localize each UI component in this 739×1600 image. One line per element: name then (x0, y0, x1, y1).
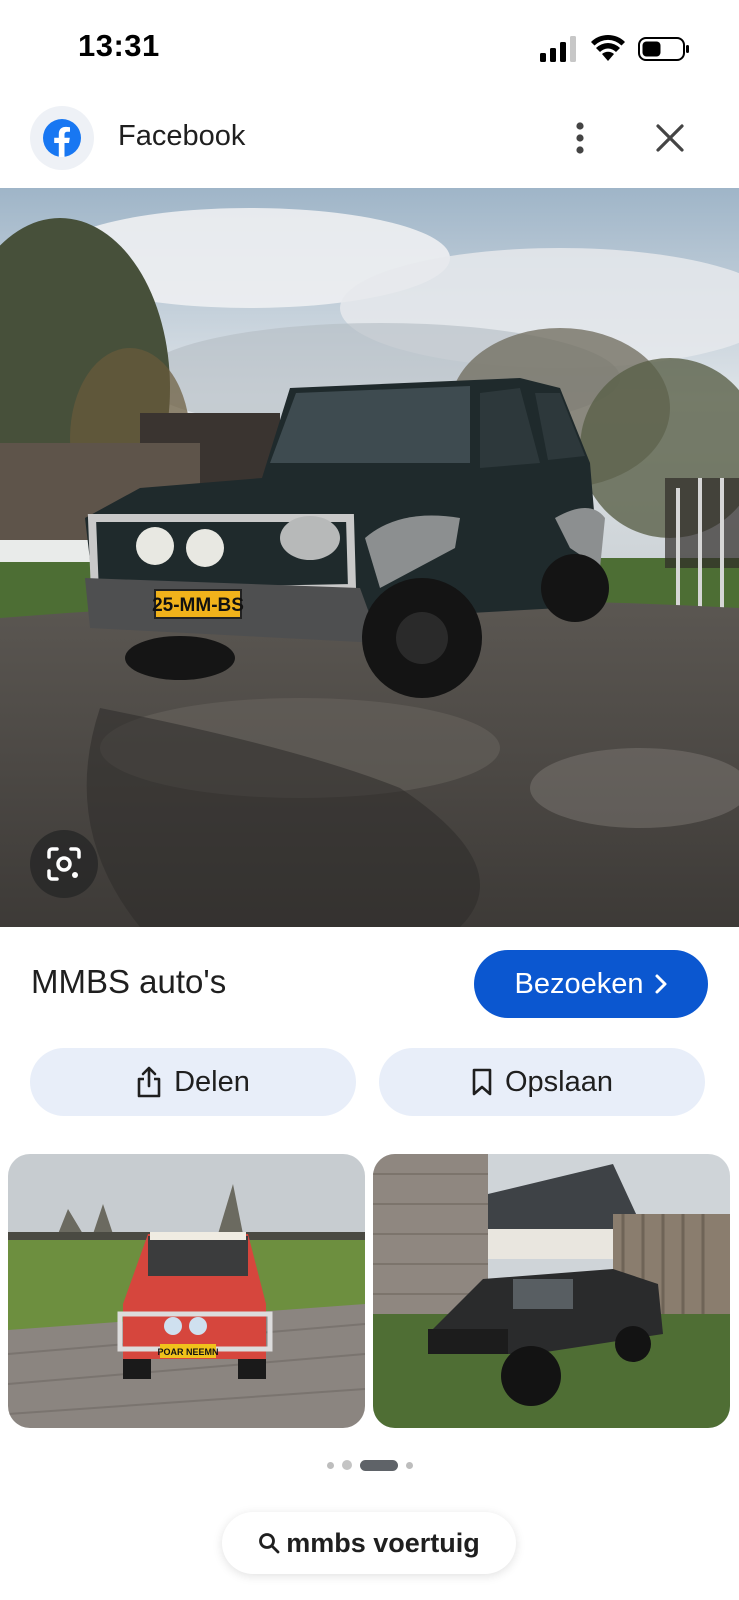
related-image-red-suv[interactable]: POAR NEEMN (8, 1154, 365, 1428)
pager-dot[interactable] (341, 1460, 352, 1470)
save-label: Opslaan (504, 1065, 613, 1098)
main-plate-text: 25-MM-BS (152, 595, 244, 616)
main-vehicle-image[interactable]: 25-MM-BS (0, 188, 739, 927)
facebook-logo-icon (43, 119, 81, 157)
share-label: Delen (174, 1065, 250, 1098)
visit-button-label: Bezoeken (514, 967, 644, 1000)
chevron-right-icon (655, 974, 666, 994)
black-suv-photo (373, 1154, 730, 1428)
save-button[interactable]: Opslaan (379, 1048, 705, 1116)
battery-icon (638, 37, 689, 61)
more-options-button[interactable] (560, 110, 600, 166)
source-title[interactable]: Facebook (118, 120, 245, 153)
lens-icon (47, 847, 81, 881)
vehicle-photo: 25-MM-BS (0, 188, 739, 927)
close-button[interactable] (650, 114, 690, 162)
cellular-signal-icon (540, 36, 576, 62)
status-bar: 13:31 (0, 0, 739, 96)
pager-dot[interactable] (405, 1461, 413, 1469)
search-query-chip[interactable]: mmbs voertuig (222, 1512, 516, 1574)
result-title[interactable]: MMBS auto's (31, 963, 226, 1001)
pager-dot-active[interactable] (359, 1459, 398, 1471)
bookmark-icon (472, 1068, 492, 1096)
more-vert-icon (576, 122, 584, 154)
share-button[interactable]: Delen (30, 1048, 356, 1116)
search-icon (259, 1533, 280, 1554)
status-time: 13:31 (78, 28, 160, 63)
close-icon (656, 124, 684, 152)
red-suv-photo: POAR NEEMN (8, 1154, 365, 1428)
search-query-text: mmbs voertuig (286, 1527, 480, 1558)
facebook-logo-icon[interactable] (30, 106, 94, 170)
visual-search-button[interactable] (30, 830, 98, 898)
source-header: Facebook (0, 96, 739, 188)
pager-dot[interactable] (326, 1461, 334, 1469)
wifi-icon (591, 34, 625, 61)
share-icon (137, 1066, 161, 1098)
related-image-black-suv[interactable] (373, 1154, 730, 1428)
visit-button[interactable]: Bezoeken (474, 950, 708, 1018)
related-plate-text: POAR NEEMN (157, 1347, 218, 1357)
carousel-pager (0, 1458, 739, 1472)
